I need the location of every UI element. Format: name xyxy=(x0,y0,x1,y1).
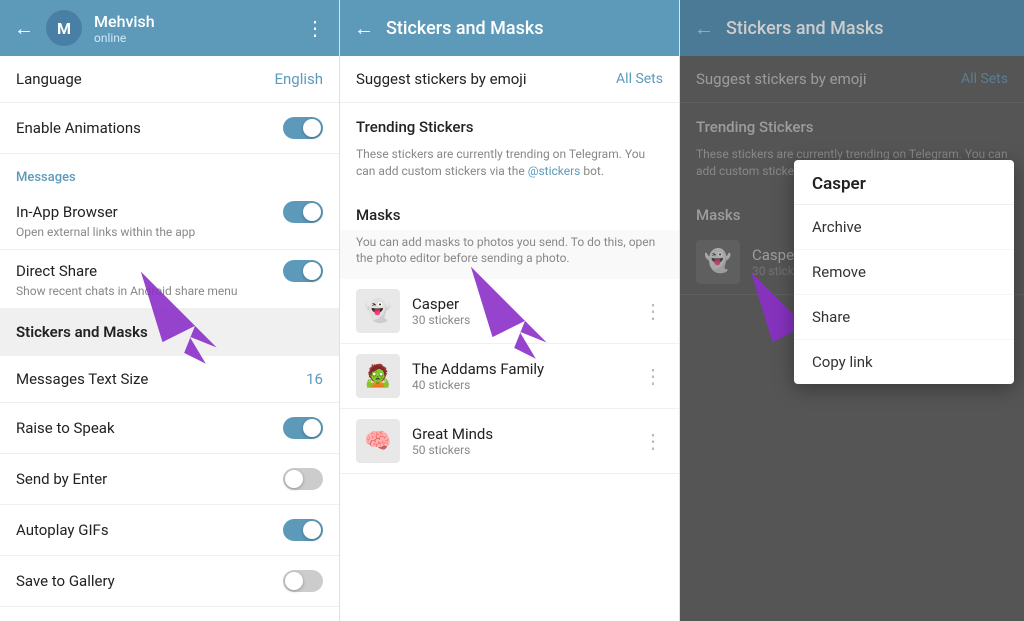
messages-section-header: Messages xyxy=(0,154,339,191)
great-minds-name: Great Minds xyxy=(412,425,631,443)
mid-panel: ← Stickers and Masks Suggest stickers by… xyxy=(340,0,680,621)
mid-content: Suggest stickers by emoji All Sets Trend… xyxy=(340,56,679,621)
setting-save-to-gallery[interactable]: Save to Gallery xyxy=(0,556,339,607)
setting-animations[interactable]: Enable Animations xyxy=(0,103,339,154)
direct-share-label: Direct Share xyxy=(16,262,97,280)
great-minds-more-icon[interactable]: ⋮ xyxy=(643,429,663,453)
context-menu-title: Casper xyxy=(794,160,1014,205)
sticker-item-addams[interactable]: 🧟 The Addams Family 40 stickers ⋮ xyxy=(340,344,679,409)
back-button[interactable]: ← xyxy=(14,16,34,41)
setting-send-by-enter[interactable]: Send by Enter xyxy=(0,454,339,505)
stickers-masks-label: Stickers and Masks xyxy=(16,323,148,341)
masks-header: Masks xyxy=(340,192,679,230)
toggle-knob xyxy=(303,521,321,539)
profile-name: Mehvish xyxy=(94,12,293,31)
addams-info: The Addams Family 40 stickers xyxy=(412,360,631,392)
right-trending-row: Trending Stickers xyxy=(680,103,1024,142)
toggle-knob xyxy=(303,119,321,137)
right-suggest-row: Suggest stickers by emoji All Sets xyxy=(680,56,1024,103)
header-info: Mehvish online xyxy=(94,12,293,45)
context-menu-remove[interactable]: Remove xyxy=(794,250,1014,295)
raise-to-speak-toggle[interactable] xyxy=(283,417,323,439)
all-sets-link[interactable]: All Sets xyxy=(616,71,663,87)
trending-stickers-row: Trending Stickers xyxy=(340,103,679,142)
autoplay-gifs-toggle[interactable] xyxy=(283,519,323,541)
header-menu-icon[interactable]: ⋮ xyxy=(305,16,325,40)
casper-info: Casper 30 stickers xyxy=(412,295,631,327)
animations-label: Enable Animations xyxy=(16,119,141,137)
context-menu-archive[interactable]: Archive xyxy=(794,205,1014,250)
toggle-knob xyxy=(303,419,321,437)
sticker-item-casper[interactable]: 👻 Casper 30 stickers ⋮ xyxy=(340,279,679,344)
send-by-enter-toggle[interactable] xyxy=(283,468,323,490)
great-minds-thumb: 🧠 xyxy=(356,419,400,463)
toggle-knob xyxy=(303,203,321,221)
suggest-stickers-label: Suggest stickers by emoji xyxy=(356,70,527,88)
setting-stickers-masks[interactable]: Stickers and Masks xyxy=(0,309,339,356)
sticker-item-great-minds[interactable]: 🧠 Great Minds 50 stickers ⋮ xyxy=(340,409,679,474)
left-panel: ← M Mehvish online ⋮ Language English En… xyxy=(0,0,340,621)
save-to-gallery-toggle[interactable] xyxy=(283,570,323,592)
direct-share-sub: Show recent chats in Android share menu xyxy=(16,284,323,298)
right-suggest-label: Suggest stickers by emoji xyxy=(696,70,867,88)
mid-back-button[interactable]: ← xyxy=(354,16,374,41)
great-minds-count: 50 stickers xyxy=(412,443,631,457)
left-header: ← M Mehvish online ⋮ xyxy=(0,0,339,56)
left-settings-content: Language English Enable Animations Messa… xyxy=(0,56,339,621)
toggle-knob xyxy=(285,470,303,488)
right-header: ← Stickers and Masks xyxy=(680,0,1024,56)
casper-more-icon[interactable]: ⋮ xyxy=(643,299,663,323)
stickers-link[interactable]: @stickers xyxy=(528,164,581,178)
msg-text-size-value: 16 xyxy=(306,370,323,388)
casper-thumb: 👻 xyxy=(356,289,400,333)
context-menu-share[interactable]: Share xyxy=(794,295,1014,340)
addams-more-icon[interactable]: ⋮ xyxy=(643,364,663,388)
in-app-browser-toggle[interactable] xyxy=(283,201,323,223)
setting-raise-to-speak[interactable]: Raise to Speak xyxy=(0,403,339,454)
animations-toggle[interactable] xyxy=(283,117,323,139)
direct-share-toggle[interactable] xyxy=(283,260,323,282)
raise-to-speak-label: Raise to Speak xyxy=(16,419,115,437)
app-layout: ← M Mehvish online ⋮ Language English En… xyxy=(0,0,1024,621)
right-panel-title: Stickers and Masks xyxy=(726,18,1010,39)
trending-desc: These stickers are currently trending on… xyxy=(340,142,679,192)
casper-name: Casper xyxy=(412,295,631,313)
language-label: Language xyxy=(16,70,82,88)
save-to-gallery-label: Save to Gallery xyxy=(16,572,115,590)
toggle-knob xyxy=(285,572,303,590)
setting-messages-text-size[interactable]: Messages Text Size 16 xyxy=(0,356,339,403)
right-trending-label: Trending Stickers xyxy=(696,118,814,136)
suggest-stickers-row[interactable]: Suggest stickers by emoji All Sets xyxy=(340,56,679,103)
support-section-header: Support xyxy=(0,607,339,621)
casper-count: 30 stickers xyxy=(412,313,631,327)
great-minds-info: Great Minds 50 stickers xyxy=(412,425,631,457)
right-all-sets-link: All Sets xyxy=(961,71,1008,87)
right-panel: ← Stickers and Masks Suggest stickers by… xyxy=(680,0,1024,621)
in-app-browser-label: In-App Browser xyxy=(16,203,118,221)
setting-language[interactable]: Language English xyxy=(0,56,339,103)
avatar: M xyxy=(46,10,82,46)
addams-count: 40 stickers xyxy=(412,378,631,392)
setting-autoplay-gifs[interactable]: Autoplay GIFs xyxy=(0,505,339,556)
trending-label: Trending Stickers xyxy=(356,118,474,136)
setting-in-app-browser: In-App Browser Open external links withi… xyxy=(0,191,339,250)
mid-panel-title: Stickers and Masks xyxy=(386,18,665,39)
setting-direct-share: Direct Share Show recent chats in Androi… xyxy=(0,250,339,309)
profile-status: online xyxy=(94,31,293,45)
send-by-enter-label: Send by Enter xyxy=(16,470,107,488)
context-menu: Casper Archive Remove Share Copy link xyxy=(794,160,1014,384)
right-casper-thumb: 👻 xyxy=(696,240,740,284)
right-back-button[interactable]: ← xyxy=(694,16,714,41)
language-value: English xyxy=(274,70,323,88)
toggle-knob xyxy=(303,262,321,280)
autoplay-gifs-label: Autoplay GIFs xyxy=(16,521,109,539)
in-app-browser-sub: Open external links within the app xyxy=(16,225,323,239)
addams-name: The Addams Family xyxy=(412,360,631,378)
mid-header: ← Stickers and Masks xyxy=(340,0,679,56)
context-menu-copy-link[interactable]: Copy link xyxy=(794,340,1014,384)
addams-thumb: 🧟 xyxy=(356,354,400,398)
msg-text-size-label: Messages Text Size xyxy=(16,370,148,388)
masks-desc: You can add masks to photos you send. To… xyxy=(340,230,679,280)
